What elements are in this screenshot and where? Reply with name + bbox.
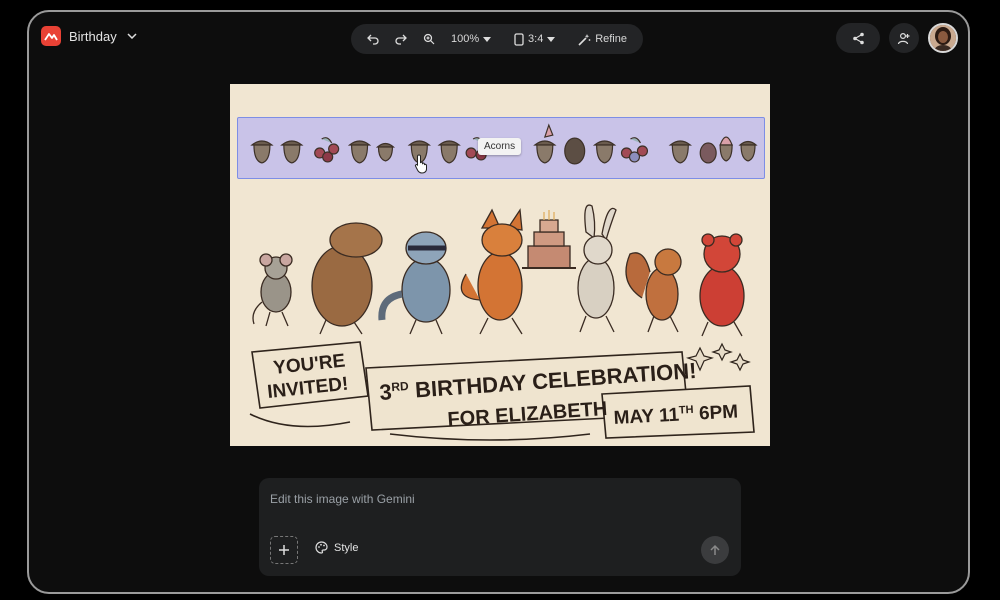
caret-down-icon [547, 36, 556, 42]
top-bar: Birthday 100% 3:4 Refine [29, 12, 968, 68]
person-add-icon [897, 32, 910, 44]
capybara-figure [311, 222, 383, 335]
aspect-ratio-label: 3:4 [528, 33, 544, 45]
bear-figure [699, 233, 745, 337]
palette-icon [315, 541, 328, 554]
zoom-in-icon [423, 33, 435, 45]
add-collaborator-button[interactable] [889, 23, 919, 53]
prompt-composer[interactable]: Edit this image with Gemini Style [259, 478, 741, 576]
style-label: Style [334, 541, 359, 554]
animal-parade-illustration [252, 204, 745, 337]
editor-toolbar: 100% 3:4 Refine [351, 24, 643, 54]
invitation-banner: YOU'RE INVITED! 3RD BIRTHDAY CELEBRATION… [230, 334, 770, 444]
birthday-cake-figure [522, 210, 576, 269]
add-attachment-button[interactable] [270, 536, 298, 564]
chevron-down-icon[interactable] [125, 29, 139, 43]
arrow-up-icon [710, 544, 720, 555]
refine-button[interactable]: Refine [572, 26, 633, 52]
bunny-figure [577, 204, 617, 333]
fox-figure [460, 208, 523, 335]
redo-icon [395, 34, 407, 45]
share-icon [852, 32, 864, 44]
document-title: Birthday [69, 28, 117, 44]
zoom-level-dropdown[interactable]: 100% [445, 26, 497, 52]
mouse-figure [252, 253, 293, 327]
aspect-ratio-icon [514, 32, 524, 46]
header-actions [836, 23, 958, 53]
zoom-in-button[interactable] [417, 26, 441, 52]
hand-cursor-icon [414, 154, 427, 174]
caret-down-icon [483, 36, 492, 42]
avatar[interactable] [928, 23, 958, 53]
share-button[interactable] [836, 23, 880, 53]
aspect-ratio-dropdown[interactable]: 3:4 [508, 26, 561, 52]
style-button[interactable]: Style [315, 541, 358, 554]
canvas-logo-icon [41, 26, 61, 46]
plus-icon [279, 545, 289, 555]
refine-label: Refine [595, 33, 627, 45]
prompt-input[interactable]: Edit this image with Gemini [270, 492, 415, 506]
document-title-menu[interactable]: Birthday [41, 26, 139, 46]
app-window: Birthday 100% 3:4 Refine Acorns YOU'RE I… [27, 10, 970, 594]
raccoon-figure [378, 231, 451, 335]
redo-button[interactable] [389, 26, 413, 52]
squirrel-figure [625, 248, 682, 333]
send-button[interactable] [701, 536, 729, 564]
zoom-level-label: 100% [451, 33, 480, 45]
undo-icon [367, 34, 379, 45]
invitation-image[interactable]: Acorns YOU'RE INVITED! 3RD BIRTHDAY CELE… [230, 84, 770, 446]
undo-button[interactable] [361, 26, 385, 52]
element-tooltip: Acorns [478, 138, 522, 155]
magic-wand-icon [578, 33, 591, 46]
